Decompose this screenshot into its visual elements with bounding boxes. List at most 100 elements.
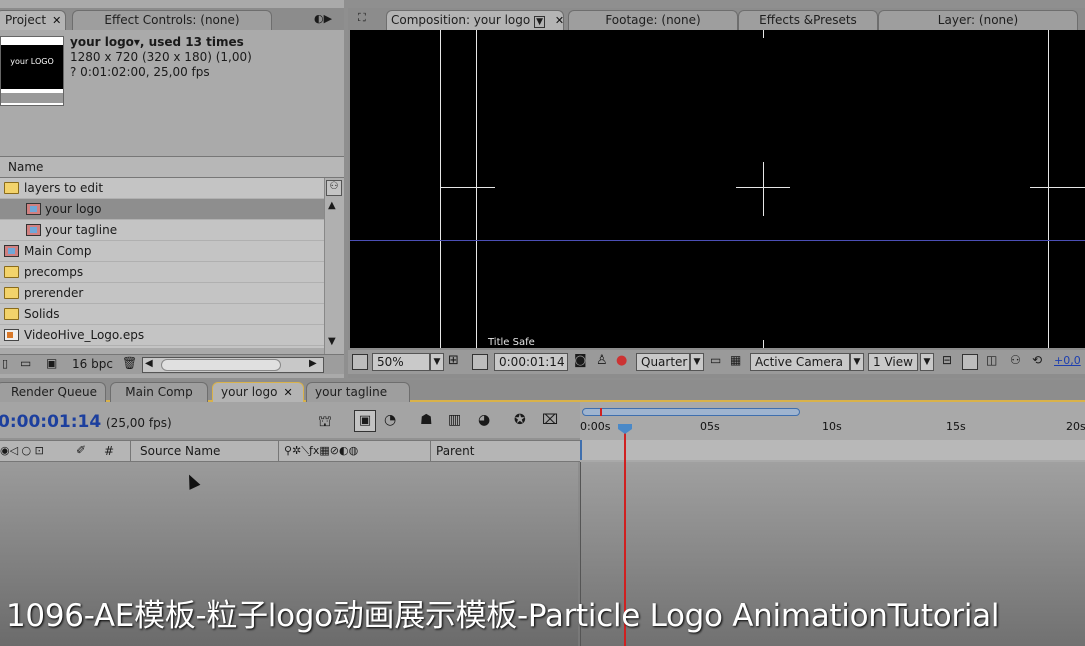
chevron-down-icon[interactable]: ▼	[690, 353, 704, 371]
column-divider	[430, 441, 431, 461]
toggle-pixel-icon[interactable]: ⊟	[942, 353, 952, 367]
thumbnail-preview: your LOGO	[1, 45, 63, 89]
brainstorm-icon[interactable]: ✪	[514, 412, 526, 428]
tab-footage-label: Footage: (none)	[605, 13, 701, 27]
scroll-up-icon[interactable]: ▲	[328, 200, 336, 211]
current-time-display[interactable]: 0:00:01:14	[0, 412, 101, 432]
tab-your-logo[interactable]: your logo ✕	[212, 382, 304, 402]
comp-viewer-toolbar: 50% ▼ ⊞ 0:00:01:14 ◙ ♙ ● Quarter ▼ ▭ ▦ A…	[348, 350, 1085, 374]
col-source-name[interactable]: Source Name	[140, 444, 220, 458]
channel-icon[interactable]: ●	[616, 353, 627, 368]
hide-shy-layers-icon[interactable]: ☗	[420, 412, 433, 428]
project-tabbar: Project ✕ Effect Controls: (none) ◐▶	[0, 8, 344, 30]
list-item[interactable]: your tagline	[0, 220, 324, 241]
current-time-display[interactable]: 0:00:01:14	[494, 353, 568, 371]
chevron-down-icon[interactable]: ▼	[850, 353, 864, 371]
interpret-footage-icon[interactable]: ▯	[2, 357, 8, 370]
scroll-right-icon[interactable]: ▶	[309, 358, 317, 369]
list-item-label: your logo	[45, 202, 102, 216]
view-layout-dropdown[interactable]: 1 View	[868, 353, 918, 371]
comp-duration-track[interactable]	[580, 440, 1085, 460]
timeline-tabbar: Render Queue Main Comp your logo ✕ your t…	[0, 380, 1085, 402]
reset-exposure-icon[interactable]: ⟲	[1032, 353, 1042, 367]
timeline-controls: 0:00:01:14 (25,00 fps) ⛫ ▣ ◔ ☗ ▥ ◕ ✪ ⌧	[0, 402, 580, 438]
transparency-grid-icon[interactable]: ▦	[730, 353, 741, 367]
flowchart-icon[interactable]: ⚇	[326, 180, 342, 196]
list-item[interactable]: layers to edit	[0, 178, 324, 199]
fast-preview-icon[interactable]: ▭	[710, 353, 721, 367]
guide-line[interactable]	[350, 240, 1085, 241]
scroll-thumb[interactable]	[161, 359, 281, 371]
graph-editor-icon[interactable]: ⌧	[542, 412, 558, 428]
video-caption: 1096-AE模板-粒子logo动画展示模板-Particle Logo Ani…	[6, 598, 1000, 634]
bpc-label[interactable]: 16 bpc	[72, 357, 113, 371]
switches-icon[interactable]: ⚲✲⟍ƒx▦⊘◐◍	[284, 444, 358, 458]
composition-viewer[interactable]	[404, 30, 1085, 348]
close-icon[interactable]: ✕	[52, 14, 61, 27]
region-of-interest-icon[interactable]	[472, 354, 488, 370]
project-scrollbar[interactable]: ⚇ ▲ ▼	[324, 178, 344, 354]
resolution-dropdown[interactable]: Quarter	[636, 353, 690, 371]
tab-effects-presets[interactable]: Effects &Presets	[738, 10, 878, 30]
tab-your-tagline[interactable]: your tagline	[306, 382, 410, 402]
always-preview-icon[interactable]	[352, 354, 368, 370]
chevron-down-icon[interactable]: ▼	[920, 353, 934, 371]
av-features-icon[interactable]: ◉◁ ○ ⊡	[0, 444, 44, 457]
exposure-value[interactable]: +0,0	[1054, 354, 1081, 367]
tab-render-queue-label: Render Queue	[11, 385, 97, 399]
comp-info-size: 1280 x 720 (320 x 180) (1,00)	[70, 50, 252, 64]
fast-previews-icon[interactable]	[962, 354, 978, 370]
layer-column-header: ◉◁ ○ ⊡ ✐ # Source Name ⚲✲⟍ƒx▦⊘◐◍ Parent	[0, 440, 580, 462]
timeline-icon[interactable]: ◫	[986, 353, 997, 367]
scroll-down-icon[interactable]: ▼	[328, 336, 336, 347]
tab-effect-controls[interactable]: Effect Controls: (none)	[72, 10, 272, 30]
frame-blending-icon[interactable]: ▥	[448, 412, 461, 428]
snapshot-icon[interactable]: ◙	[574, 353, 587, 368]
scroll-left-icon[interactable]: ◀	[145, 358, 153, 369]
tab-effects-label: Effects &Presets	[759, 13, 857, 27]
comp-mini-flowchart-icon[interactable]: ⛫	[318, 412, 332, 432]
panel-menu-icon[interactable]: ◐▶	[314, 12, 338, 26]
flowchart-icon[interactable]: ⚇	[1010, 353, 1021, 367]
tab-project[interactable]: Project ✕	[0, 10, 66, 30]
project-hscrollbar[interactable]: ◀ ▶	[142, 357, 324, 373]
chevron-down-icon[interactable]: ▼	[534, 16, 545, 28]
label-icon[interactable]: ✐	[76, 443, 86, 457]
list-item[interactable]: precomps	[0, 262, 324, 283]
tab-composition[interactable]: Composition: your logo ▼ ✕	[386, 10, 564, 30]
new-folder-icon[interactable]: ▭	[20, 356, 31, 370]
grid-icon[interactable]: ⊞	[448, 353, 459, 368]
list-item[interactable]: Solids	[0, 304, 324, 325]
list-item-label: prerender	[24, 286, 84, 300]
close-icon[interactable]: ✕	[555, 14, 564, 27]
list-item[interactable]: VideoHive_Logo.eps	[0, 325, 324, 346]
col-parent[interactable]: Parent	[436, 444, 474, 458]
column-divider	[278, 441, 279, 461]
work-area-bar[interactable]	[582, 408, 800, 416]
col-hash[interactable]: #	[104, 444, 114, 458]
name-column-header[interactable]: Name	[0, 156, 344, 178]
new-comp-icon[interactable]: ▣	[46, 356, 57, 370]
tab-main-comp-label: Main Comp	[125, 385, 193, 399]
lock-icon[interactable]: ⛶	[358, 11, 366, 25]
comp-info-title: your logo▾, used 13 times	[70, 35, 244, 49]
list-item[interactable]: Main Comp	[0, 241, 324, 262]
trash-icon[interactable]: 🗑	[122, 356, 137, 370]
tick-label: 05s	[700, 420, 720, 433]
list-item[interactable]: prerender	[0, 283, 324, 304]
safe-guide-left	[440, 30, 441, 348]
draft-3d-icon[interactable]: ◔	[384, 412, 396, 428]
motion-blur-icon[interactable]: ◕	[478, 412, 490, 428]
tab-main-comp[interactable]: Main Comp	[110, 382, 208, 402]
chevron-down-icon[interactable]: ▼	[430, 353, 444, 371]
tab-render-queue[interactable]: Render Queue	[0, 382, 106, 402]
show-snapshot-icon[interactable]: ♙	[596, 353, 608, 368]
tab-footage[interactable]: Footage: (none)	[568, 10, 738, 30]
close-icon[interactable]: ✕	[283, 386, 292, 399]
zoom-dropdown[interactable]: 50%	[372, 353, 430, 371]
live-update-icon[interactable]: ▣	[354, 410, 376, 432]
tick-label: 15s	[946, 420, 966, 433]
tab-layer[interactable]: Layer: (none)	[878, 10, 1078, 30]
list-item[interactable]: your logo	[0, 199, 324, 220]
camera-dropdown[interactable]: Active Camera	[750, 353, 850, 371]
